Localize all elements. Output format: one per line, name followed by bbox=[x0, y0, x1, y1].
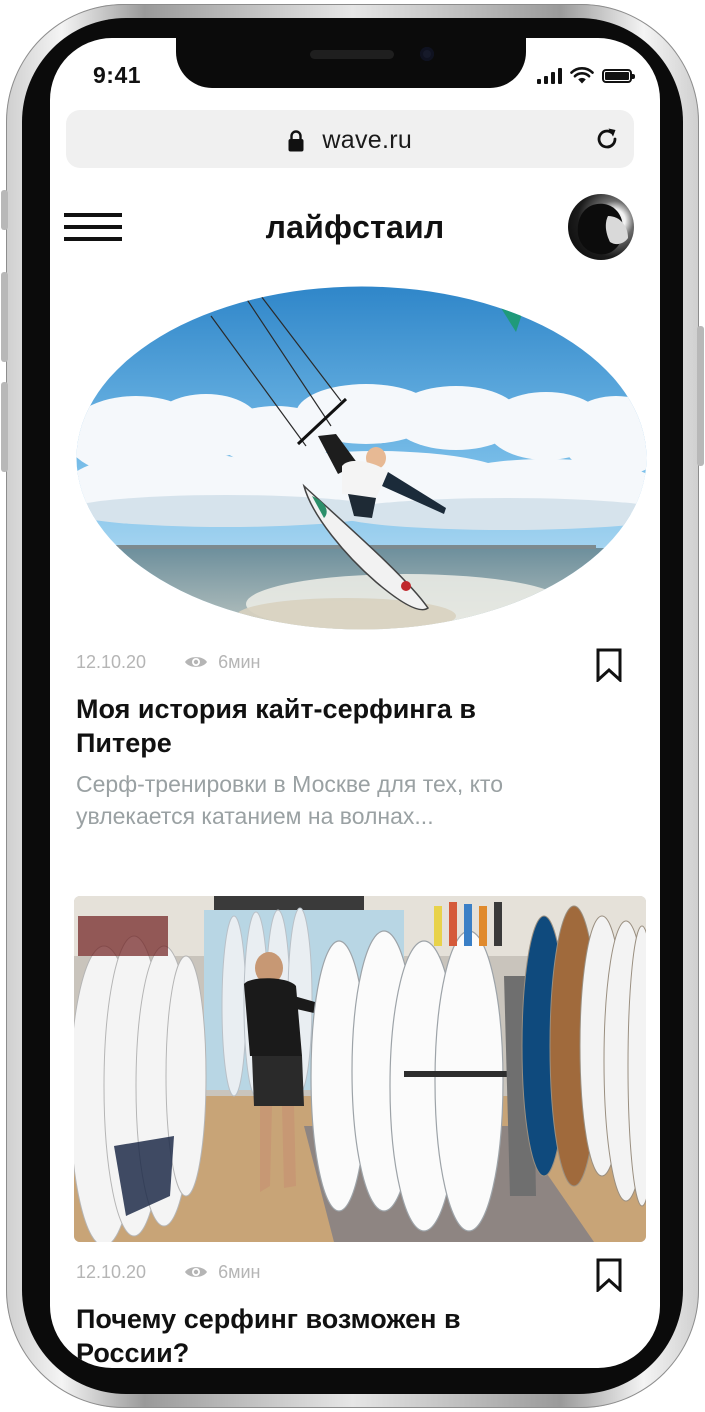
read-time: 6мин bbox=[218, 651, 261, 672]
notch bbox=[176, 38, 526, 88]
speaker-grille bbox=[310, 50, 394, 59]
kitesurfing-hero-image[interactable] bbox=[76, 286, 647, 630]
article-title[interactable]: Почему серфинг возможен в России? bbox=[76, 1302, 476, 1368]
read-time: 6мин bbox=[218, 1261, 261, 1282]
mute-switch bbox=[1, 190, 8, 230]
volume-up-button bbox=[1, 272, 8, 362]
surfboard-shop-image[interactable] bbox=[74, 896, 646, 1242]
wifi-icon bbox=[570, 67, 594, 84]
battery-icon bbox=[602, 68, 635, 83]
url-text: wave.ru bbox=[322, 126, 413, 154]
avatar-portrait bbox=[577, 203, 628, 255]
eye-icon bbox=[185, 1267, 208, 1277]
lock-icon bbox=[288, 129, 304, 151]
avatar[interactable] bbox=[568, 194, 634, 260]
article-meta: 12.10.20 6мин bbox=[76, 650, 260, 674]
reload-icon[interactable] bbox=[594, 126, 620, 152]
address-bar[interactable]: wave.ru bbox=[66, 110, 634, 168]
article-excerpt: Серф-тренировки в Москве для тех, кто ув… bbox=[76, 771, 503, 829]
article-title[interactable]: Моя история кайт-серфинга в Питере bbox=[76, 692, 536, 760]
article-date: 12.10.20 bbox=[76, 651, 147, 672]
phone-screen: 9:41 wave.ru лайфстаил 12.10.20 6мин Моя… bbox=[50, 38, 660, 1368]
bookmark-icon[interactable] bbox=[596, 648, 622, 682]
volume-down-button bbox=[1, 382, 8, 472]
front-camera bbox=[420, 47, 434, 61]
cellular-signal-icon bbox=[537, 67, 562, 84]
status-icons bbox=[537, 67, 635, 84]
status-time: 9:41 bbox=[93, 62, 142, 88]
power-button bbox=[697, 326, 704, 466]
article-meta: 12.10.20 6мин bbox=[76, 1260, 260, 1284]
url-container: wave.ru bbox=[66, 126, 634, 155]
bookmark-icon[interactable] bbox=[596, 1258, 622, 1292]
eye-icon bbox=[185, 657, 208, 667]
article-date: 12.10.20 bbox=[76, 1261, 147, 1282]
